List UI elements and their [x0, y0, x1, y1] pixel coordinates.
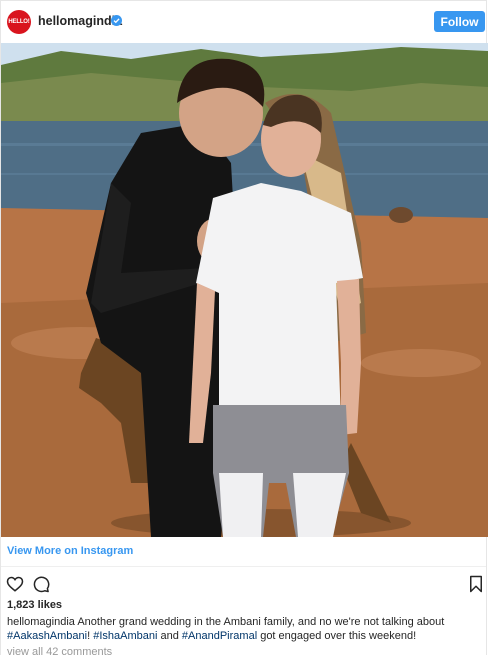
caption-username[interactable]: hellomagindia: [7, 616, 75, 628]
avatar[interactable]: HELLO!: [7, 10, 31, 34]
photo-image: [1, 43, 488, 537]
caption: hellomagindia Another grand wedding in t…: [7, 615, 477, 643]
username-link[interactable]: hellomagindia: [38, 14, 122, 28]
hashtag-link[interactable]: #AnandPiramal: [182, 630, 257, 642]
view-more-link[interactable]: View More on Instagram: [7, 545, 133, 557]
view-comments-link[interactable]: view all 42 comments: [7, 646, 112, 658]
divider: [1, 566, 486, 567]
hashtag-link[interactable]: #IshaAmbani: [93, 630, 157, 642]
caption-text: Another grand wedding in the Ambani fami…: [74, 616, 445, 628]
post-photo[interactable]: [1, 43, 488, 537]
bookmark-icon[interactable]: [467, 575, 485, 593]
verified-badge-icon: [111, 15, 122, 26]
caption-text: and: [157, 630, 182, 642]
follow-button[interactable]: Follow: [434, 11, 485, 32]
post-header: HELLO! hellomagindia Follow: [1, 1, 486, 43]
instagram-post: HELLO! hellomagindia Follow View More on…: [0, 0, 488, 658]
likes-count[interactable]: 1,823 likes: [7, 599, 62, 611]
caption-text: got engaged over this weekend!: [257, 630, 417, 642]
heart-icon[interactable]: [6, 575, 24, 593]
comment-icon[interactable]: [32, 575, 50, 593]
hashtag-link[interactable]: #AakashAmbani: [7, 630, 87, 642]
